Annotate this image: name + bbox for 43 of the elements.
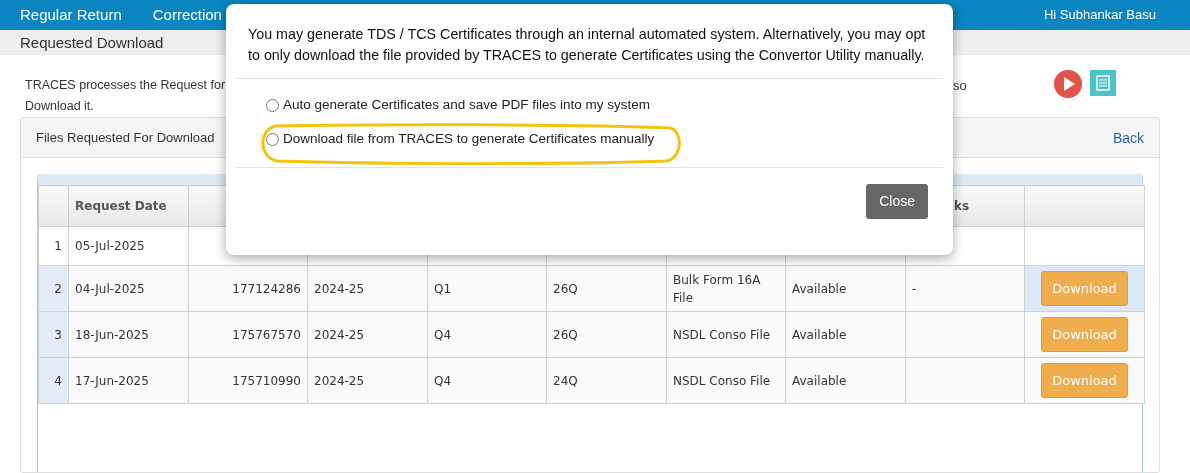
play-icon[interactable]: [1054, 70, 1082, 98]
row-number: 1: [54, 239, 62, 253]
table-cell: Q4: [427, 357, 547, 404]
row-number: 3: [54, 327, 62, 342]
table-cell: Available: [785, 311, 906, 358]
radio-label[interactable]: Download file from TRACES to generate Certificates manually: [283, 129, 655, 150]
table-cell: Available: [785, 265, 906, 312]
table-cell: 05-Jul-2025: [68, 226, 189, 266]
intro-text: TRACES processes the Request for: [25, 77, 226, 94]
table-cell: 2024-25: [307, 357, 428, 404]
table-cell: 17-Jun-2025: [68, 357, 189, 404]
table-cell: Q4: [427, 311, 547, 358]
table-cell: -: [905, 265, 1025, 312]
row-number: 2: [54, 281, 62, 296]
radio-label[interactable]: Auto generate Certificates and save PDF files into my system: [283, 95, 650, 116]
table-cell: 26Q: [546, 311, 667, 358]
column-header: ks: [954, 198, 970, 215]
table-cell: NSDL Conso File: [666, 357, 786, 404]
back-link[interactable]: Back: [1112, 118, 1144, 157]
table-cell: 177124286: [188, 265, 308, 312]
nav-link[interactable]: Correction: [152, 3, 222, 27]
radio-button[interactable]: [266, 98, 279, 112]
row-number: 4: [54, 373, 62, 388]
table-cell: 26Q: [546, 265, 667, 312]
intro-text: Download it.: [25, 98, 94, 115]
table-cell: 175767570: [188, 311, 308, 358]
table-cell: NSDL Conso File: [666, 311, 786, 358]
table-cell: Q1: [427, 265, 547, 312]
close-button[interactable]: Close: [866, 184, 928, 219]
panel-title: Files Requested For Download: [36, 129, 215, 147]
table-cell: 24Q: [546, 357, 667, 404]
table-cell: 2024-25: [307, 311, 428, 358]
intro-text: so: [953, 77, 967, 95]
column-header: Request Date: [68, 185, 189, 227]
user-greeting: Hi Subhankar Basu: [1044, 6, 1156, 25]
table-cell: Available: [785, 357, 906, 404]
table-cell: 175710990: [188, 357, 308, 404]
table-cell: 18-Jun-2025: [68, 311, 189, 358]
table-cell: Bulk Form 16A File: [666, 265, 786, 312]
radio-button[interactable]: [266, 132, 279, 146]
table-cell: 2024-25: [307, 265, 428, 312]
table-cell: 04-Jul-2025: [68, 265, 189, 312]
nav-link[interactable]: Regular Return: [20, 3, 122, 27]
